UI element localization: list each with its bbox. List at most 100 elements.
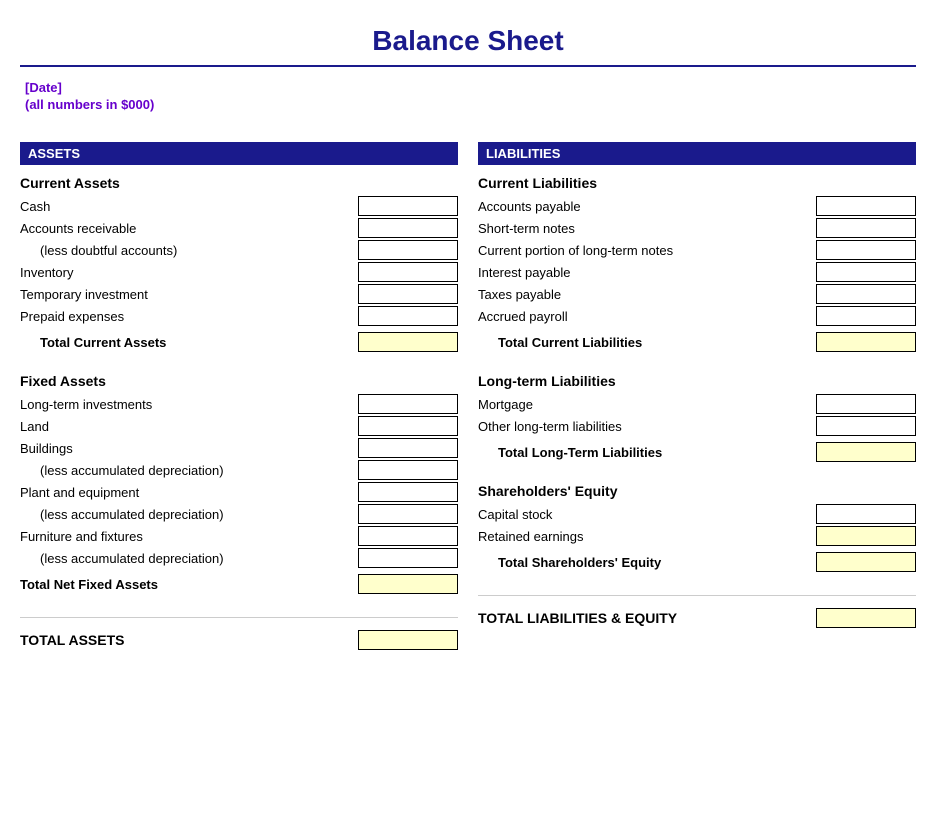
accounts-receivable-line: Accounts receivable — [20, 217, 458, 239]
total-current-liabilities-label: Total Current Liabilities — [478, 335, 816, 350]
total-long-term-input[interactable] — [816, 442, 916, 462]
temp-investment-line: Temporary investment — [20, 283, 458, 305]
retained-earnings-line: Retained earnings — [478, 525, 916, 547]
land-label: Land — [20, 419, 358, 434]
total-current-assets-input[interactable] — [358, 332, 458, 352]
temp-investment-input[interactable] — [358, 284, 458, 304]
subtitle-field: (all numbers in $000) — [20, 97, 916, 112]
doubtful-accounts-input[interactable] — [358, 240, 458, 260]
long-term-investments-label: Long-term investments — [20, 397, 358, 412]
interest-payable-input[interactable] — [816, 262, 916, 282]
long-term-investments-line: Long-term investments — [20, 393, 458, 415]
total-current-assets-line: Total Current Assets — [20, 329, 458, 355]
total-current-assets-label: Total Current Assets — [20, 335, 358, 350]
accrued-payroll-line: Accrued payroll — [478, 305, 916, 327]
page-title: Balance Sheet — [20, 10, 916, 67]
land-input[interactable] — [358, 416, 458, 436]
mortgage-label: Mortgage — [478, 397, 816, 412]
total-assets-line: TOTAL ASSETS — [20, 628, 458, 652]
prepaid-expenses-line: Prepaid expenses — [20, 305, 458, 327]
long-term-liabilities-title: Long-term Liabilities — [478, 373, 916, 389]
accounts-payable-input[interactable] — [816, 196, 916, 216]
accrued-payroll-label: Accrued payroll — [478, 309, 816, 324]
total-fixed-assets-input[interactable] — [358, 574, 458, 594]
short-term-notes-line: Short-term notes — [478, 217, 916, 239]
furniture-depreciation-label: (less accumulated depreciation) — [20, 551, 358, 566]
prepaid-expenses-input[interactable] — [358, 306, 458, 326]
accrued-payroll-input[interactable] — [816, 306, 916, 326]
plant-equipment-input[interactable] — [358, 482, 458, 502]
furniture-fixtures-input[interactable] — [358, 526, 458, 546]
buildings-depreciation-label: (less accumulated depreciation) — [20, 463, 358, 478]
plant-depreciation-input[interactable] — [358, 504, 458, 524]
total-liabilities-equity-label: TOTAL LIABILITIES & EQUITY — [478, 610, 816, 626]
buildings-line: Buildings — [20, 437, 458, 459]
capital-stock-label: Capital stock — [478, 507, 816, 522]
inventory-input[interactable] — [358, 262, 458, 282]
short-term-notes-label: Short-term notes — [478, 221, 816, 236]
accounts-receivable-label: Accounts receivable — [20, 221, 358, 236]
total-liabilities-equity-input[interactable] — [816, 608, 916, 628]
accounts-payable-line: Accounts payable — [478, 195, 916, 217]
plant-depreciation-line: (less accumulated depreciation) — [20, 503, 458, 525]
fixed-assets-title: Fixed Assets — [20, 373, 458, 389]
accounts-payable-label: Accounts payable — [478, 199, 816, 214]
cash-label: Cash — [20, 199, 358, 214]
short-term-notes-input[interactable] — [816, 218, 916, 238]
retained-earnings-label: Retained earnings — [478, 529, 816, 544]
total-fixed-assets-label: Total Net Fixed Assets — [20, 577, 358, 592]
liabilities-header: LIABILITIES — [478, 142, 916, 165]
buildings-depreciation-line: (less accumulated depreciation) — [20, 459, 458, 481]
retained-earnings-input[interactable] — [816, 526, 916, 546]
other-long-term-input[interactable] — [816, 416, 916, 436]
plant-equipment-line: Plant and equipment — [20, 481, 458, 503]
furniture-fixtures-line: Furniture and fixtures — [20, 525, 458, 547]
current-portion-input[interactable] — [816, 240, 916, 260]
mortgage-input[interactable] — [816, 394, 916, 414]
plant-depreciation-label: (less accumulated depreciation) — [20, 507, 358, 522]
total-shareholders-equity-label: Total Shareholders' Equity — [478, 555, 816, 570]
furniture-depreciation-input[interactable] — [358, 548, 458, 568]
total-fixed-assets-line: Total Net Fixed Assets — [20, 571, 458, 597]
total-shareholders-equity-line: Total Shareholders' Equity — [478, 549, 916, 575]
liabilities-column: LIABILITIES Current Liabilities Accounts… — [478, 142, 916, 652]
buildings-label: Buildings — [20, 441, 358, 456]
date-field: [Date] — [20, 75, 916, 97]
total-long-term-label: Total Long-Term Liabilities — [478, 445, 816, 460]
inventory-label: Inventory — [20, 265, 358, 280]
taxes-payable-label: Taxes payable — [478, 287, 816, 302]
assets-header: ASSETS — [20, 142, 458, 165]
buildings-depreciation-input[interactable] — [358, 460, 458, 480]
capital-stock-input[interactable] — [816, 504, 916, 524]
furniture-depreciation-line: (less accumulated depreciation) — [20, 547, 458, 569]
interest-payable-label: Interest payable — [478, 265, 816, 280]
total-long-term-line: Total Long-Term Liabilities — [478, 439, 916, 465]
taxes-payable-input[interactable] — [816, 284, 916, 304]
assets-column: ASSETS Current Assets Cash Accounts rece… — [20, 142, 458, 652]
total-assets-input[interactable] — [358, 630, 458, 650]
temp-investment-label: Temporary investment — [20, 287, 358, 302]
interest-payable-line: Interest payable — [478, 261, 916, 283]
shareholders-equity-title: Shareholders' Equity — [478, 483, 916, 499]
plant-equipment-label: Plant and equipment — [20, 485, 358, 500]
current-liabilities-title: Current Liabilities — [478, 175, 916, 191]
taxes-payable-line: Taxes payable — [478, 283, 916, 305]
buildings-input[interactable] — [358, 438, 458, 458]
total-liabilities-equity-line: TOTAL LIABILITIES & EQUITY — [478, 606, 916, 630]
total-shareholders-equity-input[interactable] — [816, 552, 916, 572]
land-line: Land — [20, 415, 458, 437]
current-portion-line: Current portion of long-term notes — [478, 239, 916, 261]
current-assets-title: Current Assets — [20, 175, 458, 191]
other-long-term-label: Other long-term liabilities — [478, 419, 816, 434]
total-current-liabilities-input[interactable] — [816, 332, 916, 352]
current-portion-label: Current portion of long-term notes — [478, 243, 816, 258]
cash-input[interactable] — [358, 196, 458, 216]
capital-stock-line: Capital stock — [478, 503, 916, 525]
total-assets-label: TOTAL ASSETS — [20, 632, 358, 648]
accounts-receivable-input[interactable] — [358, 218, 458, 238]
doubtful-accounts-label: (less doubtful accounts) — [20, 243, 358, 258]
furniture-fixtures-label: Furniture and fixtures — [20, 529, 358, 544]
other-long-term-line: Other long-term liabilities — [478, 415, 916, 437]
total-current-liabilities-line: Total Current Liabilities — [478, 329, 916, 355]
long-term-investments-input[interactable] — [358, 394, 458, 414]
